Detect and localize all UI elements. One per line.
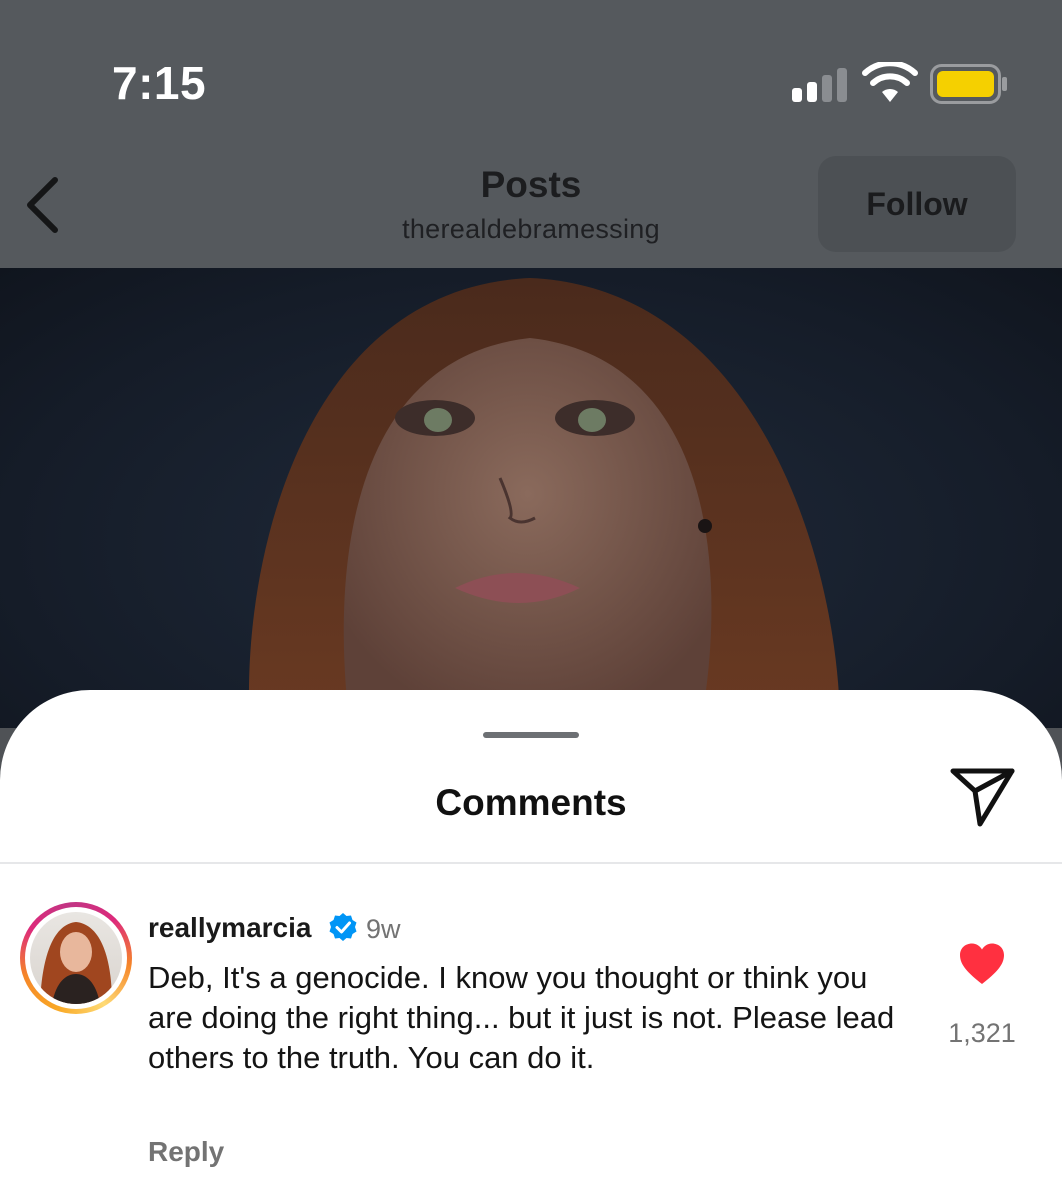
- avatar[interactable]: [20, 902, 132, 1014]
- comment-username[interactable]: reallymarcia: [148, 912, 311, 944]
- comments-sheet: Comments reallymarcia 9w Deb, It's a gen…: [0, 690, 1062, 1200]
- avatar-photo: [30, 912, 122, 1004]
- wifi-icon: [862, 62, 918, 102]
- instagram-post-comments-screen: 7:15 Posts therealdebramessing Follow Co…: [0, 0, 1062, 1200]
- comments-title: Comments: [435, 782, 627, 823]
- portrait-photo: [248, 278, 841, 728]
- send-icon[interactable]: [950, 766, 1016, 828]
- reply-button[interactable]: Reply: [148, 1136, 224, 1168]
- heart-icon[interactable]: [958, 942, 1006, 986]
- status-bar: 7:15: [0, 0, 1062, 140]
- drag-handle[interactable]: [483, 732, 579, 738]
- battery-icon: [930, 64, 1007, 104]
- comment-timestamp: 9w: [366, 914, 401, 944]
- like-count: 1,321: [948, 1018, 1016, 1048]
- navigation-header: Posts therealdebramessing Follow: [0, 140, 1062, 268]
- follow-button[interactable]: Follow: [818, 156, 1016, 252]
- cellular-signal-icon: [792, 66, 852, 102]
- post-image: [0, 268, 1062, 728]
- clock: 7:15: [112, 57, 207, 109]
- verified-badge-icon: [329, 913, 357, 941]
- divider: [0, 862, 1062, 864]
- comment-text: Deb, It's a genocide. I know you thought…: [148, 960, 895, 1075]
